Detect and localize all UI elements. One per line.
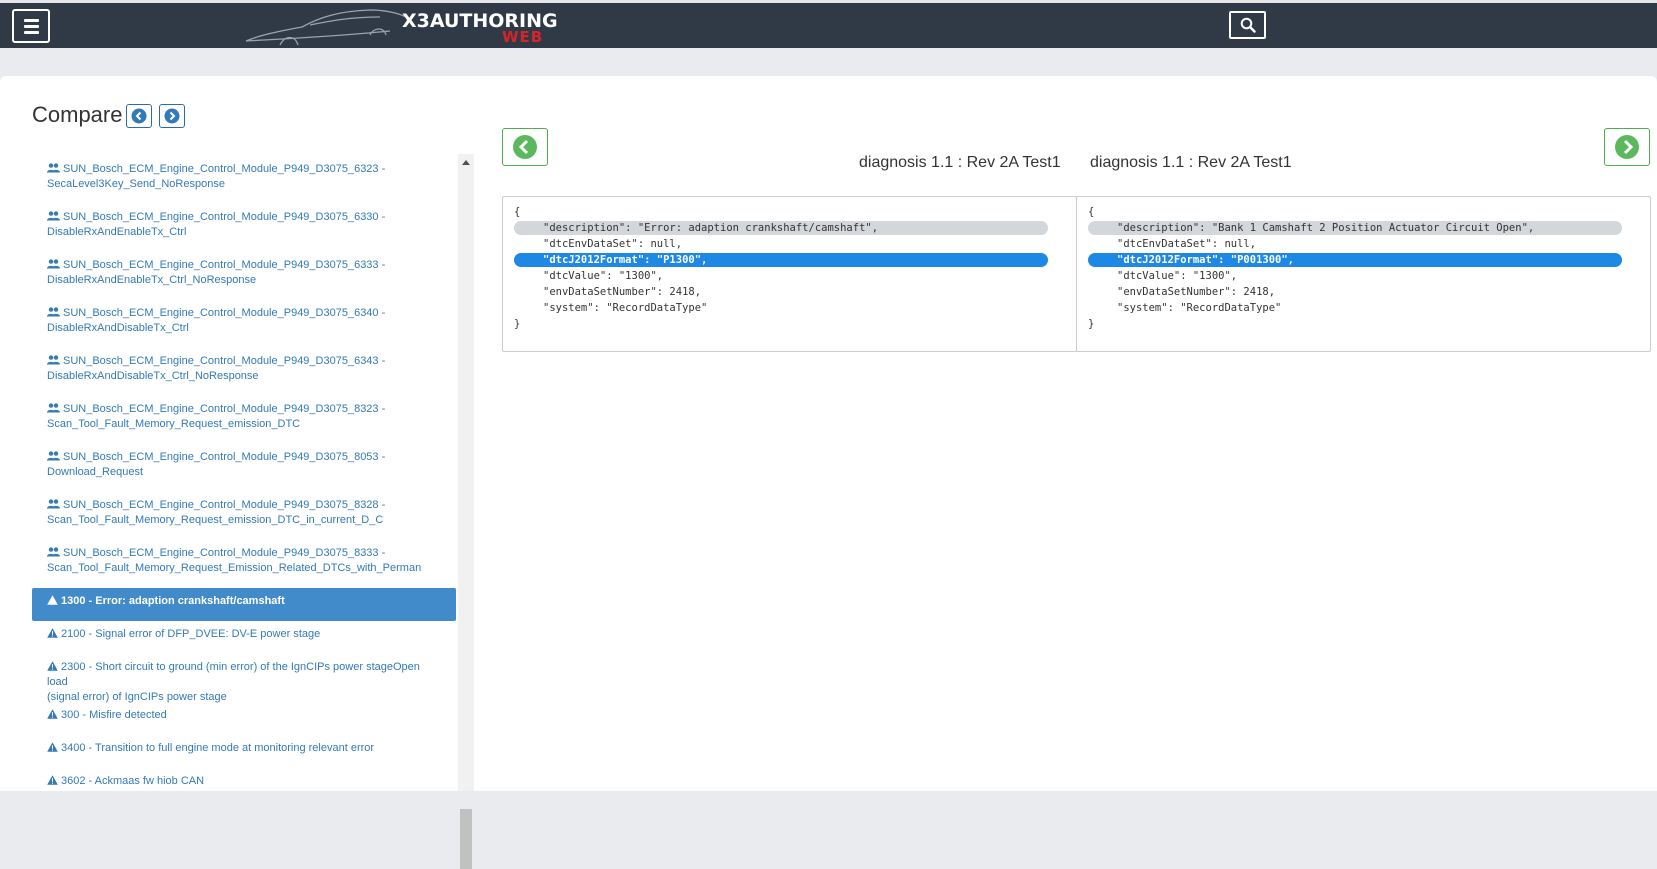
json-line-dtcenvdataset: "dtcEnvDataSet": null, bbox=[1117, 238, 1257, 250]
json-open-brace: { bbox=[1088, 206, 1095, 218]
caret-up-icon bbox=[462, 160, 470, 165]
warning-icon bbox=[47, 775, 58, 785]
users-icon bbox=[47, 163, 60, 173]
test-name-line1: SUN_Bosch_ECM_Engine_Control_Module_P949… bbox=[63, 211, 386, 223]
car-silhouette-icon bbox=[245, 9, 407, 46]
json-line-system: "system": "RecordDataType" bbox=[543, 302, 708, 314]
chevron-right-circle-icon bbox=[164, 108, 180, 124]
menu-button[interactable] bbox=[12, 9, 50, 43]
warning-icon bbox=[47, 595, 58, 605]
test-name-line1: SUN_Bosch_ECM_Engine_Control_Module_P949… bbox=[63, 499, 386, 511]
test-name-line1: SUN_Bosch_ECM_Engine_Control_Module_P949… bbox=[63, 163, 386, 175]
test-name-line2: Download_Request bbox=[47, 466, 144, 478]
test-name-line2: Scan_Tool_Fault_Memory_Request_Emission_… bbox=[47, 562, 422, 574]
list-item-test[interactable]: SUN_Bosch_ECM_Engine_Control_Module_P949… bbox=[32, 348, 456, 396]
users-icon bbox=[47, 307, 60, 317]
chevron-right-circle-icon bbox=[1615, 135, 1639, 159]
right-json-pane[interactable]: { "description": "Bank 1 Camshaft 2 Posi… bbox=[1076, 196, 1651, 352]
chevron-left-circle-icon bbox=[131, 108, 147, 124]
list-item-test[interactable]: SUN_Bosch_ECM_Engine_Control_Module_P949… bbox=[32, 300, 456, 348]
list-item-dtc[interactable]: 2300 - Short circuit to ground (min erro… bbox=[32, 654, 456, 703]
list-item-test[interactable]: SUN_Bosch_ECM_Engine_Control_Module_P949… bbox=[32, 396, 456, 444]
left-revision-label: diagnosis 1.1 : Rev 2A Test1 bbox=[859, 154, 1061, 171]
users-icon bbox=[47, 259, 60, 269]
list-item-test[interactable]: SUN_Bosch_ECM_Engine_Control_Module_P949… bbox=[32, 444, 456, 492]
page-title: Compare bbox=[32, 102, 123, 127]
json-line-dtcj2012format: "dtcJ2012Format": "P001300", bbox=[1077, 252, 1650, 268]
json-close-brace: } bbox=[514, 318, 521, 330]
list-item-test[interactable]: SUN_Bosch_ECM_Engine_Control_Module_P949… bbox=[32, 156, 456, 204]
test-name-line2: SecaLevel3Key_Send_NoResponse bbox=[47, 178, 225, 190]
test-name-line1: SUN_Bosch_ECM_Engine_Control_Module_P949… bbox=[63, 547, 386, 559]
warning-icon bbox=[47, 661, 58, 671]
users-icon bbox=[47, 403, 60, 413]
json-line-dtcvalue: "dtcValue": "1300", bbox=[1117, 270, 1238, 282]
list-item-test[interactable]: SUN_Bosch_ECM_Engine_Control_Module_P949… bbox=[32, 540, 456, 588]
test-name-line1: SUN_Bosch_ECM_Engine_Control_Module_P949… bbox=[63, 259, 386, 271]
json-close-brace: } bbox=[1088, 318, 1095, 330]
list-item-dtc-selected[interactable]: 1300 - Error: adaption crankshaft/camsha… bbox=[32, 588, 456, 621]
list-item-test[interactable]: SUN_Bosch_ECM_Engine_Control_Module_P949… bbox=[32, 492, 456, 540]
test-name-line2: Scan_Tool_Fault_Memory_Request_emission_… bbox=[47, 418, 301, 430]
dtc-text: 2100 - Signal error of DFP_DVEE: DV-E po… bbox=[61, 628, 321, 640]
previous-diff-button[interactable] bbox=[502, 128, 548, 166]
top-navbar: X3AUTHORING WEB bbox=[0, 0, 1657, 48]
warning-icon bbox=[47, 709, 58, 719]
test-name-line2: DisableRxAndEnableTx_Ctrl_NoResponse bbox=[47, 274, 257, 286]
app-logo[interactable]: X3AUTHORING WEB bbox=[240, 5, 560, 47]
list-item-dtc[interactable]: 3400 - Transition to full engine mode at… bbox=[32, 735, 456, 768]
chevron-left-circle-icon bbox=[513, 135, 537, 159]
users-icon bbox=[47, 355, 60, 365]
json-line-system: "system": "RecordDataType" bbox=[1117, 302, 1282, 314]
test-name-line2: DisableRxAndDisableTx_Ctrl_NoResponse bbox=[47, 370, 259, 382]
search-button[interactable] bbox=[1229, 11, 1266, 39]
list-item-dtc[interactable]: 300 - Misfire detected bbox=[32, 702, 456, 735]
next-diff-button[interactable] bbox=[1604, 128, 1650, 166]
test-name-line1: SUN_Bosch_ECM_Engine_Control_Module_P949… bbox=[63, 403, 386, 415]
list-item-dtc[interactable]: 3602 - Ackmaas fw hiob CAN bbox=[32, 768, 456, 791]
test-name-line2: Scan_Tool_Fault_Memory_Request_emission_… bbox=[47, 514, 384, 526]
json-open-brace: { bbox=[514, 206, 521, 218]
scroll-thumb[interactable] bbox=[460, 809, 472, 869]
test-name-line2: DisableRxAndDisableTx_Ctrl bbox=[47, 322, 189, 334]
json-line-description: "description": "Error: adaption cranksha… bbox=[503, 220, 1076, 236]
scroll-up-arrow[interactable] bbox=[458, 154, 474, 170]
left-json-pane[interactable]: { "description": "Error: adaption cranks… bbox=[502, 196, 1077, 352]
warning-icon bbox=[47, 742, 58, 752]
json-line-envdatasetnumber: "envDataSetNumber": 2418, bbox=[543, 286, 702, 298]
json-line-envdatasetnumber: "envDataSetNumber": 2418, bbox=[1117, 286, 1276, 298]
test-name-line1: SUN_Bosch_ECM_Engine_Control_Module_P949… bbox=[63, 451, 386, 463]
list-item-test[interactable]: SUN_Bosch_ECM_Engine_Control_Module_P949… bbox=[32, 204, 456, 252]
dtc-text-line1: 2300 - Short circuit to ground (min erro… bbox=[47, 661, 420, 688]
users-icon bbox=[47, 499, 60, 509]
test-name-line2: DisableRxAndEnableTx_Ctrl bbox=[47, 226, 187, 238]
json-line-dtcenvdataset: "dtcEnvDataSet": null, bbox=[543, 238, 683, 250]
test-name-line1: SUN_Bosch_ECM_Engine_Control_Module_P949… bbox=[63, 355, 386, 367]
json-line-description: "description": "Bank 1 Camshaft 2 Positi… bbox=[1077, 220, 1650, 236]
main-card: Compare SUN_Bosch_ECM_Engine_Control_Mod… bbox=[0, 76, 1657, 869]
compare-item-list[interactable]: SUN_Bosch_ECM_Engine_Control_Module_P949… bbox=[32, 156, 456, 791]
right-revision-label: diagnosis 1.1 : Rev 2A Test1 bbox=[1090, 154, 1292, 171]
test-name-line1: SUN_Bosch_ECM_Engine_Control_Module_P949… bbox=[63, 307, 386, 319]
dtc-text: 3400 - Transition to full engine mode at… bbox=[61, 742, 375, 754]
search-icon bbox=[1240, 17, 1256, 33]
dtc-text: 300 - Misfire detected bbox=[61, 709, 167, 721]
list-scrollbar[interactable] bbox=[458, 154, 474, 869]
logo-subtitle: WEB bbox=[502, 28, 544, 46]
json-line-dtcvalue: "dtcValue": "1300", bbox=[543, 270, 664, 282]
users-icon bbox=[47, 451, 60, 461]
next-button[interactable] bbox=[159, 104, 185, 128]
previous-button[interactable] bbox=[126, 104, 152, 128]
dtc-text: 3602 - Ackmaas fw hiob CAN bbox=[61, 775, 205, 787]
hamburger-icon bbox=[23, 18, 39, 22]
dtc-text: 1300 - Error: adaption crankshaft/camsha… bbox=[61, 595, 285, 607]
users-icon bbox=[47, 547, 60, 557]
list-item-dtc[interactable]: 2100 - Signal error of DFP_DVEE: DV-E po… bbox=[32, 621, 456, 654]
json-line-dtcj2012format: "dtcJ2012Format": "P1300", bbox=[503, 252, 1076, 268]
warning-icon bbox=[47, 628, 58, 638]
list-item-test[interactable]: SUN_Bosch_ECM_Engine_Control_Module_P949… bbox=[32, 252, 456, 300]
users-icon bbox=[47, 211, 60, 221]
